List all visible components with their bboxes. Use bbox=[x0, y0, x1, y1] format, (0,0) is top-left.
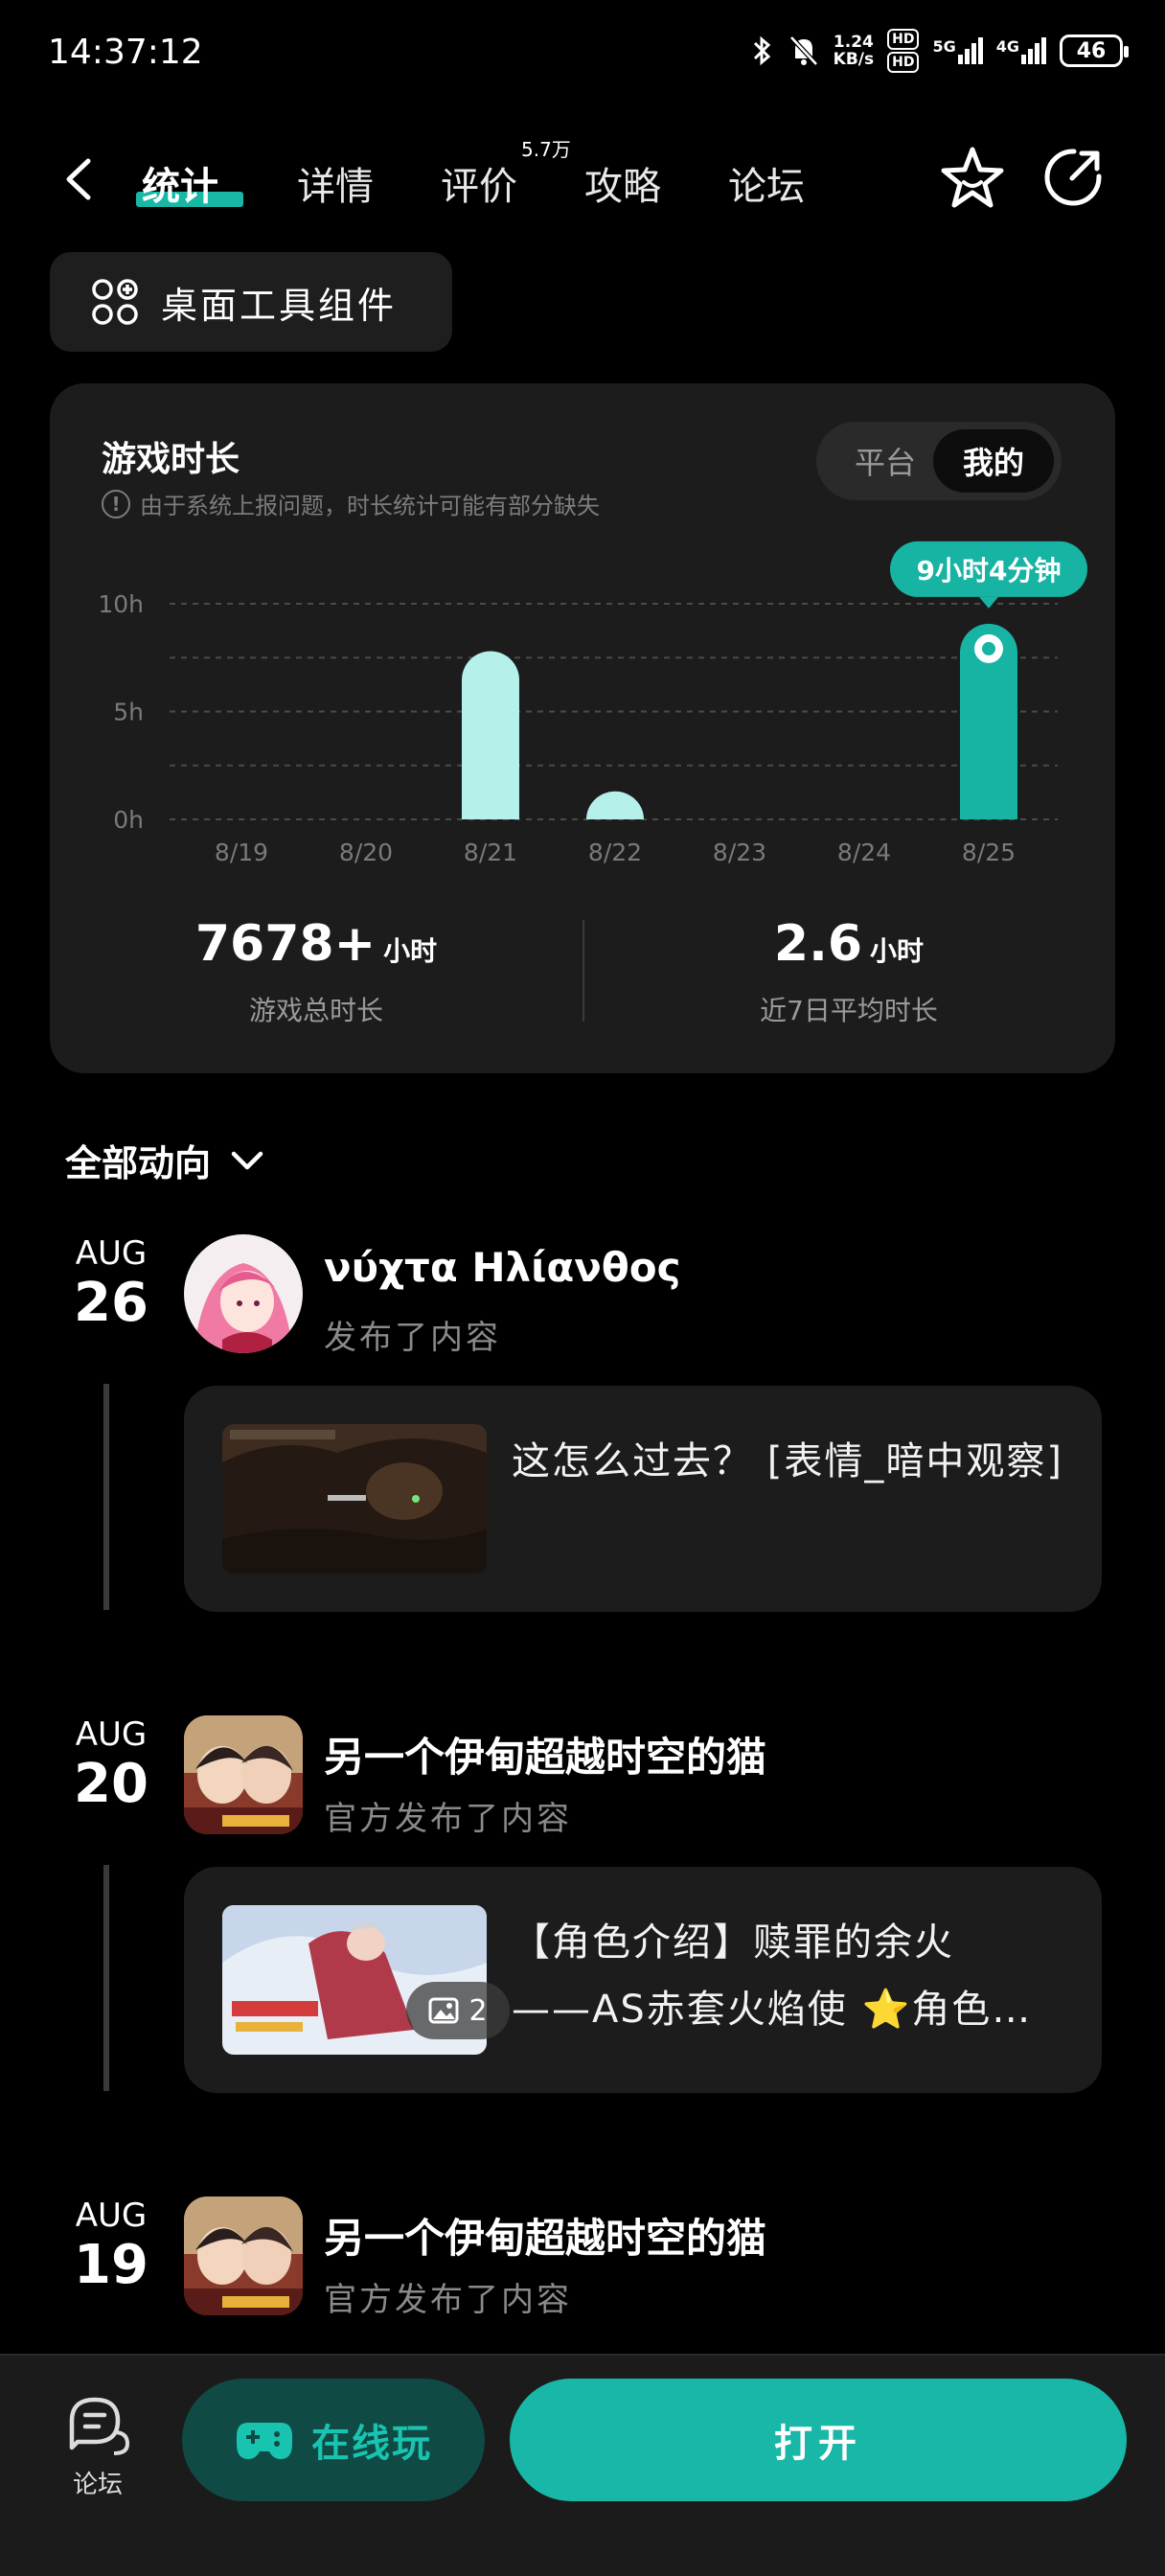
chart-bar bbox=[586, 791, 644, 819]
feed-author[interactable]: νύχτα Ηλίανθος bbox=[324, 1244, 681, 1291]
user-avatar[interactable] bbox=[184, 1234, 303, 1353]
mute-bell-icon bbox=[788, 35, 818, 66]
back-arrow-icon[interactable] bbox=[59, 155, 98, 203]
post-thumbnail bbox=[222, 1424, 487, 1574]
post-text-line1: 【角色介绍】赎罪的余火 bbox=[512, 1920, 954, 1965]
chart-x-tick-label: 8/20 bbox=[339, 839, 393, 866]
feed-date: AUG 26 bbox=[69, 1234, 153, 1330]
total-playtime-value: 7678+ bbox=[194, 915, 377, 973]
total-playtime: 7678+ 小时 游戏总时长 bbox=[50, 915, 582, 1028]
open-game-button[interactable]: 打开 bbox=[510, 2379, 1127, 2501]
total-playtime-unit: 小时 bbox=[383, 935, 438, 967]
bluetooth-icon bbox=[753, 35, 770, 66]
feed-date-month: AUG bbox=[75, 1715, 148, 1754]
forum-label: 论坛 bbox=[72, 2471, 123, 2499]
post-card[interactable]: 这怎么过去？ [表情_暗中观察] bbox=[184, 1386, 1102, 1612]
total-playtime-label: 游戏总时长 bbox=[248, 995, 383, 1026]
feed-action: 发布了内容 bbox=[324, 1319, 501, 1357]
chart-bubble-pointer bbox=[979, 596, 998, 609]
chart-highlight-dot-inner bbox=[982, 641, 995, 656]
chart-x-tick-label: 8/22 bbox=[588, 839, 642, 866]
reviews-count-badge: 5.7万 bbox=[521, 138, 571, 161]
status-time: 14:37:12 bbox=[48, 33, 203, 72]
signal-5g-icon: 5G bbox=[932, 37, 983, 64]
tab-stats[interactable]: 统计 bbox=[142, 155, 218, 211]
feed-date: AUG 20 bbox=[69, 1715, 153, 1811]
chevron-down-icon bbox=[231, 1151, 263, 1169]
chart-x-tick-label: 8/24 bbox=[837, 839, 891, 866]
post-card[interactable]: 2 【角色介绍】赎罪的余火 ——AS赤套火焰使 ⭐角色… bbox=[184, 1867, 1102, 2093]
average-playtime-label: 近7日平均时长 bbox=[760, 995, 938, 1026]
average-playtime: 2.6 小时 近7日平均时长 bbox=[582, 915, 1115, 1028]
game-avatar[interactable] bbox=[184, 1715, 303, 1834]
game-avatar[interactable] bbox=[184, 2196, 303, 2315]
gamepad-icon bbox=[237, 2423, 292, 2459]
image-count-badge: 2 bbox=[406, 1982, 510, 2039]
timeline-line bbox=[103, 1865, 109, 2091]
desktop-widget-button[interactable]: 桌面工具组件 bbox=[50, 252, 452, 352]
status-icons: 1.24 KB/s HD HD 5G 4G 46 bbox=[751, 29, 1129, 73]
chart-y-tick-label: 5h bbox=[113, 699, 144, 726]
play-online-button[interactable]: 在线玩 bbox=[182, 2379, 485, 2501]
hd-icon: HD HD bbox=[887, 29, 920, 73]
playtime-card: 游戏时长 ! 由于系统上报问题，时长统计可能有部分缺失 平台 我的 0h 5h 10… bbox=[50, 383, 1115, 1073]
play-online-label: 在线玩 bbox=[311, 2422, 432, 2466]
feed-action: 官方发布了内容 bbox=[324, 2281, 572, 2319]
status-bar: 14:37:12 1.24 KB/s HD HD 5G 4G 46 bbox=[0, 0, 1165, 105]
battery-icon: 46 bbox=[1060, 34, 1129, 67]
feed-date-month: AUG bbox=[75, 2196, 148, 2235]
forum-chat-icon bbox=[69, 2397, 130, 2455]
feed-date: AUG 19 bbox=[69, 2196, 153, 2292]
widget-grid-icon bbox=[92, 279, 138, 325]
chart-x-tick-label: 8/23 bbox=[713, 839, 766, 866]
timeline-line bbox=[103, 1384, 109, 1610]
share-icon[interactable] bbox=[1039, 144, 1107, 211]
feed-date-day: 20 bbox=[74, 1753, 148, 1815]
tab-forum[interactable]: 论坛 bbox=[728, 155, 805, 211]
post-text: 这怎么过去？ [表情_暗中观察] bbox=[512, 1439, 1063, 1484]
tab-reviews[interactable]: 评价 bbox=[441, 155, 517, 211]
tab-guides[interactable]: 攻略 bbox=[584, 155, 661, 211]
top-nav: 统计 详情 评价 5.7万 攻略 论坛 bbox=[0, 134, 1165, 240]
image-icon bbox=[428, 1997, 459, 2024]
favorite-star-icon[interactable] bbox=[939, 144, 1006, 211]
feed-author[interactable]: 另一个伊甸超越时空的猫 bbox=[324, 2206, 766, 2265]
signal-4g-icon: 4G bbox=[996, 37, 1046, 64]
chart-y-tick-label: 0h bbox=[113, 806, 144, 834]
average-playtime-value: 2.6 bbox=[773, 915, 863, 973]
widget-button-label: 桌面工具组件 bbox=[161, 284, 398, 327]
bottom-bar: 论坛 在线玩 打开 bbox=[0, 2354, 1165, 2576]
post-text: 【角色介绍】赎罪的余火 ——AS赤套火焰使 ⭐角色… bbox=[512, 1909, 1077, 2043]
chart-x-tick-label: 8/25 bbox=[962, 839, 1016, 866]
chart-highlight-label: 9小时4分钟 bbox=[917, 555, 1062, 586]
forum-button[interactable]: 论坛 bbox=[56, 2394, 140, 2500]
feed-filter-dropdown[interactable]: 全部动向 bbox=[65, 1134, 266, 1186]
chart-x-tick-label: 8/19 bbox=[215, 839, 268, 866]
average-playtime-unit: 小时 bbox=[870, 935, 925, 967]
feed-action: 官方发布了内容 bbox=[324, 1800, 572, 1838]
chart-x-tick-label: 8/21 bbox=[464, 839, 517, 866]
feed-date-month: AUG bbox=[75, 1234, 148, 1273]
net-speed: 1.24 KB/s bbox=[833, 33, 875, 69]
feed-filter-label: 全部动向 bbox=[65, 1142, 212, 1184]
feed-date-day: 26 bbox=[74, 1272, 148, 1334]
chart-y-tick-label: 10h bbox=[98, 590, 144, 618]
tab-details[interactable]: 详情 bbox=[297, 155, 374, 211]
post-text-line2: ——AS赤套火焰使 ⭐角色… bbox=[512, 1988, 1033, 2032]
chart-bar bbox=[462, 651, 519, 819]
feed-author[interactable]: 另一个伊甸超越时空的猫 bbox=[324, 1725, 766, 1783]
feed-date-day: 19 bbox=[74, 2234, 148, 2296]
